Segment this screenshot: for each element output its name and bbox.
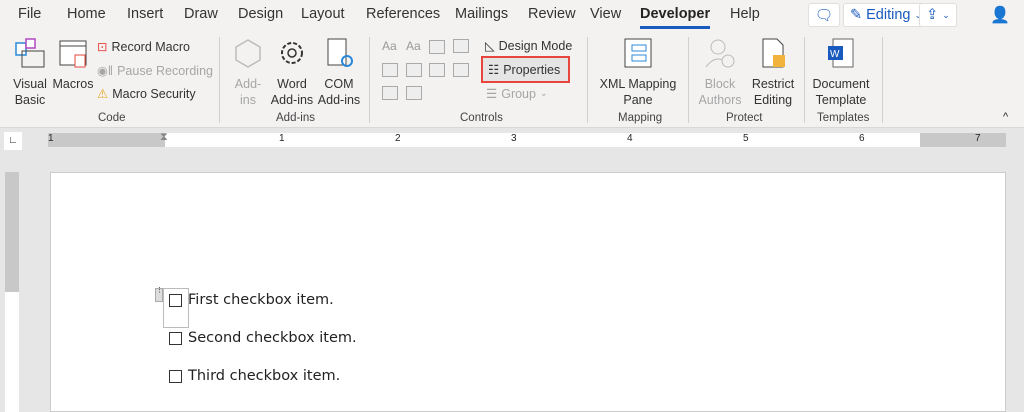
tab-insert[interactable]: Insert — [127, 6, 163, 22]
share-icon: ⇪ — [926, 7, 939, 23]
properties-icon: ☷ — [488, 63, 500, 77]
checkbox[interactable] — [169, 369, 182, 383]
divider — [688, 37, 689, 123]
tab-mailings[interactable]: Mailings — [455, 6, 508, 22]
macros-icon — [59, 40, 87, 68]
group-label-add-ins: Add-ins — [276, 112, 315, 124]
tab-developer[interactable]: Developer — [640, 6, 711, 29]
divider — [219, 37, 220, 123]
svg-text:W: W — [830, 49, 840, 60]
divider — [369, 37, 370, 123]
design-mode-icon: ◺ — [485, 39, 495, 53]
editing-mode-button[interactable]: ✎Editing⌄ — [843, 3, 929, 27]
hexagon-icon — [235, 39, 261, 68]
picture-control-icon[interactable] — [429, 40, 445, 54]
tab-view[interactable]: View — [590, 6, 621, 22]
tab-home[interactable]: Home — [67, 6, 106, 22]
checkbox[interactable] — [169, 293, 182, 307]
macro-security-button[interactable]: ⚠ Macro Security — [97, 86, 196, 102]
tab-help[interactable]: Help — [730, 6, 760, 22]
tab-design[interactable]: Design — [238, 6, 283, 22]
plain-text-control-icon[interactable]: Aa — [406, 39, 421, 53]
lock-document-icon — [762, 38, 785, 68]
tab-draw[interactable]: Draw — [184, 6, 218, 22]
checkbox[interactable] — [169, 331, 182, 345]
comment-icon: 🗨 — [814, 7, 834, 24]
combo-box-control-icon[interactable] — [406, 63, 422, 77]
visual-basic-button[interactable]: Visual Basic — [8, 37, 52, 108]
chevron-down-icon: ⌄ — [539, 88, 548, 98]
properties-button[interactable]: ☷ Properties — [481, 56, 571, 83]
gear-icon — [281, 42, 303, 64]
horizontal-ruler[interactable]: 1 1 2 3 4 5 6 7 ⧗ — [48, 131, 1006, 147]
xml-mapping-pane-button[interactable]: XML Mapping Pane — [597, 37, 679, 108]
dropdown-control-icon[interactable] — [429, 63, 445, 77]
com-add-ins-icon — [327, 38, 353, 67]
block-authors-icon — [705, 39, 735, 68]
rich-text-control-icon[interactable]: Aa — [382, 39, 397, 53]
pause-icon: ◉‖ — [97, 64, 114, 78]
block-authors-button[interactable]: Block Authors — [694, 37, 746, 108]
document-page[interactable]: ⋮ First checkbox item. Second checkbox i… — [50, 172, 1006, 412]
record-icon: ⊡ — [97, 40, 108, 54]
visual-basic-icon — [15, 38, 45, 68]
add-ins-button[interactable]: Add-ins — [230, 37, 266, 108]
com-add-ins-button[interactable]: COM Add-ins — [317, 37, 361, 108]
tab-review[interactable]: Review — [528, 6, 576, 22]
group-button[interactable]: ☰ Group ⌄ — [486, 86, 548, 102]
pencil-icon: ✎ — [849, 7, 863, 23]
restrict-editing-button[interactable]: Restrict Editing — [750, 37, 796, 108]
checkbox-item[interactable]: First checkbox item. — [169, 292, 334, 308]
repeating-section-control-icon[interactable] — [382, 86, 398, 100]
word-template-icon: W — [828, 38, 854, 68]
xml-mapping-icon — [624, 38, 652, 68]
divider — [587, 37, 588, 123]
document-template-button[interactable]: W Document Template — [810, 37, 872, 108]
comments-button[interactable]: 🗨 — [808, 3, 840, 27]
ruler-area: ∟ 1 1 2 3 4 5 6 7 ⧗ — [0, 128, 1024, 412]
group-icon: ☰ — [486, 87, 498, 101]
group-label-templates: Templates — [817, 112, 870, 124]
group-label-protect: Protect — [726, 112, 763, 124]
design-mode-button[interactable]: ◺ Design Mode — [485, 38, 572, 54]
date-picker-control-icon[interactable] — [453, 63, 469, 77]
tab-stop-selector[interactable]: ∟ — [4, 132, 22, 150]
ribbon-tabs: File Home Insert Draw Design Layout Refe… — [0, 0, 1024, 31]
divider — [882, 37, 883, 123]
word-add-ins-button[interactable]: Word Add-ins — [270, 37, 314, 108]
tab-references[interactable]: References — [366, 6, 440, 22]
tab-layout[interactable]: Layout — [301, 6, 345, 22]
coauthor-icon[interactable]: 👤 — [990, 5, 1010, 25]
group-label-controls: Controls — [460, 112, 503, 124]
collapse-ribbon-icon[interactable]: ^ — [1003, 111, 1008, 123]
vertical-ruler[interactable] — [5, 172, 19, 412]
divider — [804, 37, 805, 123]
checkbox-item[interactable]: Third checkbox item. — [169, 368, 340, 384]
building-block-control-icon[interactable] — [453, 39, 469, 53]
group-label-mapping: Mapping — [618, 112, 663, 124]
indent-marker-icon[interactable]: ⧗ — [160, 131, 168, 144]
warning-icon: ⚠ — [97, 87, 109, 101]
pause-recording-button[interactable]: ◉‖ Pause Recording — [97, 63, 213, 79]
legacy-tools-icon[interactable] — [406, 86, 422, 100]
checkbox-item[interactable]: Second checkbox item. — [169, 330, 357, 346]
tab-file[interactable]: File — [18, 6, 41, 22]
checkbox-control-icon[interactable] — [382, 63, 398, 77]
macros-button[interactable]: Macros — [52, 37, 94, 92]
record-macro-button[interactable]: ⊡ Record Macro — [97, 39, 190, 55]
group-label-code: Code — [98, 112, 126, 124]
chevron-down-icon: ⌄ — [942, 9, 950, 20]
share-button[interactable]: ⇪ ⌄ — [919, 3, 957, 27]
content-control-handle-icon[interactable]: ⋮ — [155, 287, 163, 302]
developer-ribbon: Visual Basic Macros ⊡ Record Macro ◉‖ Pause… — [0, 31, 1024, 128]
